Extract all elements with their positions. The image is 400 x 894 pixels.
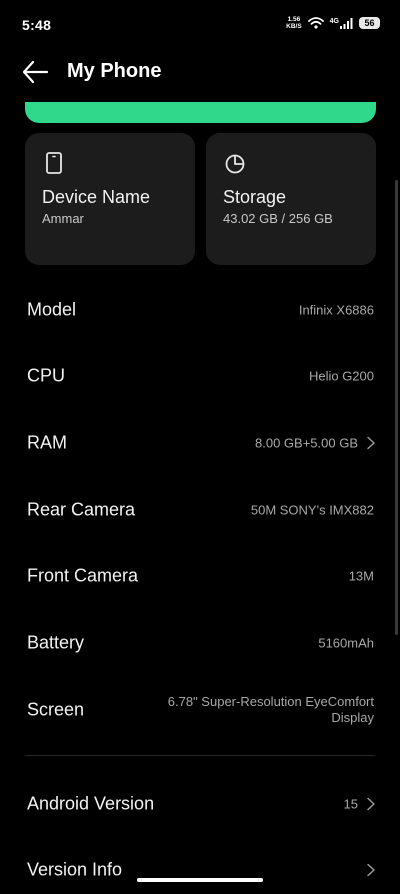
row-value: 15 (343, 796, 358, 812)
storage-title: Storage (223, 187, 287, 207)
pie-chart-icon (225, 154, 245, 174)
page-header: My Phone (0, 44, 400, 100)
spec-value: 50M SONY's IMX882 (250, 502, 374, 518)
row-label: Version Info (27, 859, 123, 880)
status-bar: 5:48 1.56 KB/S 4G 56 (0, 0, 400, 44)
spec-value: 8.00 GB+5.00 GB (255, 435, 358, 451)
scrollbar[interactable] (395, 180, 398, 635)
spec-value: 6.78" Super-Resolution EyeComfort Displa… (167, 694, 374, 725)
row-label: Android Version (27, 793, 155, 814)
spec-value: 13M (348, 568, 374, 584)
chevron-right-icon (367, 436, 375, 450)
storage-value: 43.02 GB / 256 GB (223, 211, 333, 226)
device-name-title: Device Name (42, 187, 151, 207)
network-speed-unit: KB/S (286, 23, 302, 30)
spec-row-battery: Battery 5160mAh (0, 619, 400, 667)
spec-row-model: Model Infinix X6886 (0, 286, 400, 334)
chevron-right-icon (367, 863, 375, 877)
chevron-right-icon (367, 797, 375, 811)
back-arrow-icon (22, 60, 49, 84)
phone-icon (46, 152, 62, 174)
storage-card[interactable]: Storage 43.02 GB / 256 GB (206, 133, 376, 265)
wifi-icon (307, 17, 324, 29)
battery-indicator: 56 (359, 17, 380, 29)
page-title: My Phone (67, 60, 162, 82)
spec-label: Model (27, 299, 77, 320)
network-speed-value: 1.56 (287, 16, 301, 23)
spec-row-rear-camera: Rear Camera 50M SONY's IMX882 (0, 486, 400, 534)
spec-label: Front Camera (27, 565, 139, 586)
spec-label: Screen (27, 699, 85, 720)
spec-label: RAM (27, 432, 67, 453)
cell-signal-icon (340, 17, 353, 29)
status-icons: 1.56 KB/S 4G 56 (286, 16, 380, 30)
network-speed: 1.56 KB/S (286, 16, 302, 30)
lte-indicator: 4G (329, 17, 339, 25)
spec-label: CPU (27, 365, 66, 386)
spec-value: Helio G200 (308, 368, 374, 384)
section-divider (25, 755, 375, 756)
storage-banner (25, 102, 376, 123)
spec-value: Infinix X6886 (298, 302, 374, 318)
home-indicator[interactable] (137, 878, 263, 882)
device-name-card[interactable]: Device Name Ammar (25, 133, 195, 265)
spec-row-ram[interactable]: RAM 8.00 GB+5.00 GB (0, 419, 400, 467)
spec-row-screen: Screen 6.78" Super-Resolution EyeComfort… (0, 686, 400, 734)
row-version-info[interactable]: Version Info (0, 846, 400, 894)
spec-row-front-camera: Front Camera 13M (0, 552, 400, 600)
device-name-value: Ammar (42, 211, 84, 226)
back-button[interactable] (20, 58, 50, 86)
spec-label: Rear Camera (27, 499, 136, 520)
spec-value: 5160mAh (318, 635, 374, 651)
spec-label: Battery (27, 632, 85, 653)
row-android-version[interactable]: Android Version 15 (0, 780, 400, 828)
spec-row-cpu: CPU Helio G200 (0, 352, 400, 400)
status-time: 5:48 (22, 17, 52, 33)
